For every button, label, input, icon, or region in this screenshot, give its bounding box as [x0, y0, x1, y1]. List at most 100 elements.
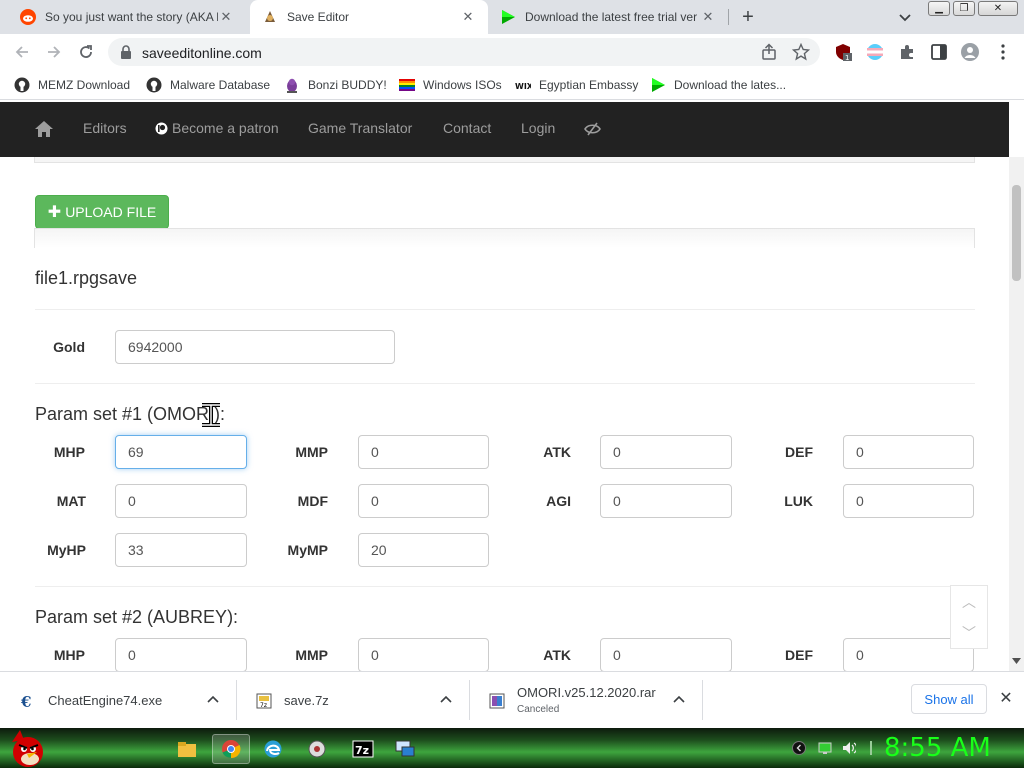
back-button[interactable] — [10, 40, 34, 64]
mhp-label: MHP — [53, 647, 85, 663]
network-icon[interactable] — [818, 741, 832, 755]
extensions-puzzle-icon[interactable] — [898, 43, 916, 61]
taskbar-clock[interactable]: 8:55 AM — [884, 733, 991, 763]
taskbar-7zip[interactable]: 7z — [344, 734, 382, 764]
nav-contact[interactable]: Contact — [443, 120, 491, 136]
taskbar-app-gear[interactable] — [298, 734, 336, 764]
download-item-omori-rar[interactable]: OMORI.v25.12.2020.rar Canceled — [469, 672, 702, 729]
bookmark-memz-download[interactable]: MEMZ Download — [14, 75, 130, 95]
scrollbar-thumb[interactable] — [1012, 185, 1021, 281]
browser-tab-download[interactable]: Download the latest free trial ver ✕ — [488, 0, 728, 34]
close-tab-icon[interactable]: ✕ — [700, 9, 716, 25]
bookmark-windows-isos[interactable]: Windows ISOs — [399, 75, 502, 95]
home-icon[interactable] — [34, 120, 54, 143]
reload-button[interactable] — [74, 40, 98, 64]
bookmark-malware-database[interactable]: Malware Database — [146, 75, 270, 95]
upload-file-button[interactable]: ✚ UPLOAD FILE — [35, 195, 169, 229]
page-scrollbar[interactable] — [1009, 157, 1024, 671]
minimize-window-button[interactable]: ▁ — [928, 1, 950, 16]
mmp-input[interactable]: 0 — [358, 435, 489, 469]
tab-search-chevron-icon[interactable] — [896, 8, 914, 26]
bookmark-download-latest[interactable]: Download the lates... — [650, 75, 786, 95]
taskbar-remote-desktop[interactable] — [386, 734, 424, 764]
download-item-cheatengine[interactable]: € CheatEngine74.exe — [0, 672, 236, 729]
atk-input[interactable]: 0 — [600, 435, 732, 469]
nav-become-a-patron[interactable]: Become a patron — [172, 120, 279, 136]
bookmark-bonzi-buddy[interactable]: Bonzi BUDDY! — [284, 75, 387, 95]
text-cursor-icon — [198, 402, 224, 433]
trans-flag-extension-icon[interactable] — [866, 43, 884, 61]
myhp-input[interactable]: 33 — [115, 533, 247, 567]
close-tab-icon[interactable]: ✕ — [460, 9, 476, 25]
taskbar-edge[interactable] — [254, 734, 292, 764]
share-icon[interactable] — [760, 43, 778, 61]
atk-label: ATK — [543, 444, 571, 460]
luk-label: LUK — [784, 493, 813, 509]
taskbar-chrome[interactable] — [212, 734, 250, 764]
file-name: file1.rpgsave — [35, 268, 138, 288]
chevron-up-icon — [673, 695, 685, 703]
tab-title: Download the latest free trial ver — [525, 10, 698, 24]
address-bar[interactable]: saveeditonline.com — [108, 38, 820, 66]
more-menu-icon[interactable] — [994, 43, 1012, 61]
bookmark-egyptian-embassy[interactable]: WIX Egyptian Embassy — [515, 75, 638, 95]
patreon-icon[interactable] — [155, 122, 168, 140]
gold-label: Gold — [53, 339, 85, 355]
bookmark-label: Malware Database — [170, 78, 271, 92]
rainbow-flag-icon — [399, 77, 415, 93]
def-input[interactable]: 0 — [843, 435, 974, 469]
upload-label: UPLOAD FILE — [65, 204, 157, 220]
nav-game-translator[interactable]: Game Translator — [308, 120, 412, 136]
gold-input[interactable]: 6942000 — [115, 330, 395, 364]
close-window-button[interactable]: ✕ — [978, 1, 1018, 16]
param-set-1-title: Param set #1 (OMORI): — [35, 404, 226, 424]
mdf-input[interactable]: 0 — [358, 484, 489, 518]
agi-input[interactable]: 0 — [600, 484, 732, 518]
url-text[interactable]: saveeditonline.com — [142, 45, 262, 61]
7zip-icon: 7z — [352, 740, 374, 758]
atk-input[interactable]: 0 — [600, 638, 732, 671]
forward-arrow-icon — [48, 46, 61, 58]
save-editor-icon — [262, 9, 278, 25]
mhp-input[interactable]: 69 — [115, 435, 247, 469]
back-arrow-icon — [15, 46, 28, 58]
forward-button[interactable] — [42, 40, 66, 64]
ublock-extension-icon[interactable]: 1 — [834, 43, 852, 61]
download-item-save-7z[interactable]: 7z save.7z — [236, 672, 469, 729]
close-tab-icon[interactable]: ✕ — [218, 9, 234, 25]
mhp-input[interactable]: 0 — [115, 638, 247, 671]
bookmark-star-icon[interactable] — [792, 43, 810, 61]
close-shelf-icon[interactable]: ✕ — [998, 691, 1014, 707]
restore-window-button[interactable]: ❐ — [953, 1, 975, 16]
lock-icon[interactable] — [120, 45, 132, 64]
mdf-label: MDF — [297, 493, 328, 509]
play-triangle-icon — [650, 77, 666, 93]
app-gear-icon — [308, 740, 326, 758]
divider — [35, 586, 975, 587]
angry-bird-start-icon[interactable] — [6, 728, 48, 768]
mat-input[interactable]: 0 — [115, 484, 247, 518]
scroll-down-icon[interactable]: ﹀ — [951, 617, 987, 648]
mymp-input[interactable]: 20 — [358, 533, 489, 567]
chevron-up-icon — [207, 695, 219, 703]
show-all-downloads-button[interactable]: Show all — [911, 684, 987, 714]
download-name: OMORI.v25.12.2020.rar — [517, 684, 656, 700]
browser-tab-save-editor[interactable]: Save Editor ✕ — [250, 0, 488, 34]
side-panel-icon[interactable] — [930, 43, 948, 61]
cheat-engine-icon: € — [20, 693, 36, 709]
profile-avatar-icon[interactable] — [961, 43, 979, 61]
nav-login[interactable]: Login — [521, 120, 555, 136]
new-tab-button[interactable]: + — [738, 6, 758, 28]
svg-text:€: € — [20, 693, 31, 709]
mmp-input[interactable]: 0 — [358, 638, 489, 671]
volume-icon[interactable] — [842, 741, 856, 755]
bookmark-label: Windows ISOs — [423, 78, 502, 92]
nav-editors[interactable]: Editors — [83, 120, 127, 136]
luk-input[interactable]: 0 — [843, 484, 974, 518]
scroll-up-icon[interactable]: ︿ — [951, 586, 987, 617]
taskbar-file-explorer[interactable] — [168, 734, 206, 764]
tray-chevron-icon[interactable] — [792, 741, 806, 755]
download-text: OMORI.v25.12.2020.rar Canceled — [517, 685, 656, 715]
theme-toggle-icon[interactable] — [584, 121, 601, 142]
browser-tab-reddit[interactable]: So you just want the story (AKA l ✕ — [8, 0, 246, 34]
